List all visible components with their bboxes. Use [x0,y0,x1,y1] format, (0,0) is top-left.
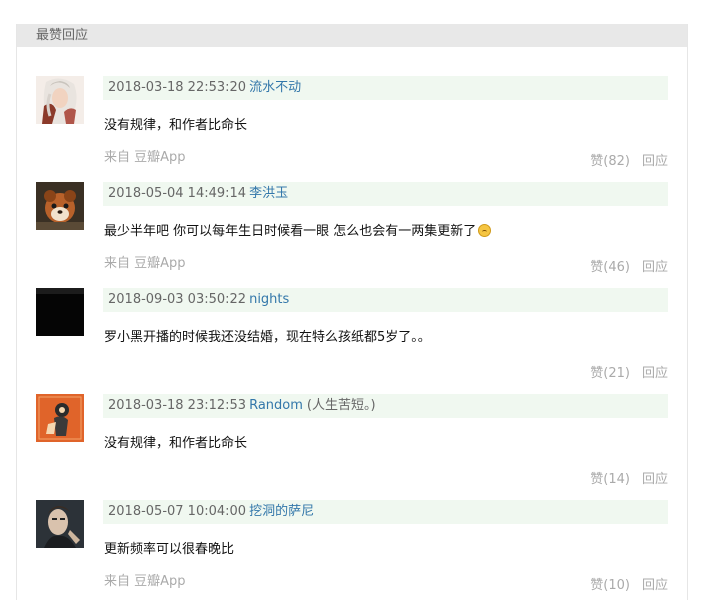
comment-username[interactable]: nights [249,292,289,307]
comment-source: 来自 豆瓣App [104,252,186,271]
comment-item: 2018-03-18 23:12:53 Random (人生苦短。) 没有规律，和作… [17,394,689,500]
reply-button[interactable]: 回应 [642,578,668,593]
reply-button[interactable]: 回应 [642,366,668,381]
comment-actions: 赞(21) 回应 [590,362,668,381]
like-button[interactable]: 赞(82) [590,154,630,169]
comment-meta: 2018-03-18 22:53:20 流水不动 [103,76,668,100]
comment-item: 2018-05-04 14:49:14 李洪玉 最少半年吧 你可以每年生日时候看一… [17,182,689,288]
comment-time: 2018-09-03 03:50:22 [108,292,247,307]
comment-text: 最少半年吧 你可以每年生日时候看一眼 怎么也会有一两集更新了 [104,220,492,239]
user-avatar[interactable] [36,288,84,336]
comment-text: 没有规律，和作者比命长 [104,118,248,133]
reply-button[interactable]: 回应 [642,472,668,487]
comment-source: 来自 豆瓣App [104,146,186,165]
comment-username[interactable]: 李洪玉 [249,186,288,201]
comment-time: 2018-05-07 10:04:00 [108,504,247,519]
comment-time: 2018-05-04 14:49:14 [108,186,247,201]
comment-item: 2018-03-18 22:53:20 流水不动 没有规律，和作者比命长 来自 豆… [17,76,689,182]
comment-meta: 2018-09-03 03:50:22 nights [103,288,668,312]
user-avatar[interactable] [36,182,84,230]
comment-item: 2018-09-03 03:50:22 nights 罗小黑开播的时候我还没结婚，… [17,288,689,394]
source-app-link[interactable]: 豆瓣App [134,150,185,165]
user-avatar[interactable] [36,76,84,124]
like-button[interactable]: 赞(10) [590,578,630,593]
comment-actions: 赞(82) 回应 [590,150,668,169]
top-comments-panel: 最赞回应 2018-03-18 22:53:20 流水不动 没有规律，和作者比命长… [16,24,688,600]
comment-username[interactable]: Random [249,398,303,413]
comment-meta: 2018-03-18 23:12:53 Random (人生苦短。) [103,394,668,418]
comment-source: 来自 豆瓣App [104,570,186,589]
comment-actions: 赞(14) 回应 [590,468,668,487]
panel-title: 最赞回应 [17,24,687,47]
source-prefix: 来自 [104,256,131,271]
comment-item: 2018-05-07 10:04:00 挖洞的萨尼 更新频率可以很春晚比 来自 豆… [17,500,689,606]
reply-button[interactable]: 回应 [642,154,668,169]
comment-time: 2018-03-18 23:12:53 [108,398,247,413]
comment-text: 罗小黑开播的时候我还没结婚，现在特么孩纸都5岁了。。 [104,330,431,345]
comment-actions: 赞(46) 回应 [590,256,668,275]
source-app-link[interactable]: 豆瓣App [134,256,185,271]
comment-actions: 赞(10) 回应 [590,574,668,593]
user-avatar[interactable] [36,500,84,548]
comment-time: 2018-03-18 22:53:20 [108,80,247,95]
comment-text-body: 最少半年吧 你可以每年生日时候看一眼 怎么也会有一两集更新了 [104,224,477,239]
source-prefix: 来自 [104,574,131,589]
comment-username[interactable]: 流水不动 [249,80,301,95]
comment-text: 更新频率可以很春晚比 [104,542,235,557]
comment-meta: 2018-05-04 14:49:14 李洪玉 [103,182,668,206]
like-button[interactable]: 赞(14) [590,472,630,487]
comment-meta: 2018-05-07 10:04:00 挖洞的萨尼 [103,500,668,524]
like-button[interactable]: 赞(46) [590,260,630,275]
user-signature: (人生苦短。) [306,398,376,413]
user-avatar[interactable] [36,394,84,442]
reply-button[interactable]: 回应 [642,260,668,275]
comment-text: 没有规律，和作者比命长 [104,436,248,451]
source-prefix: 来自 [104,150,131,165]
source-app-link[interactable]: 豆瓣App [134,574,185,589]
comment-username[interactable]: 挖洞的萨尼 [249,504,314,519]
like-button[interactable]: 赞(21) [590,366,630,381]
upside-down-face-icon [478,224,492,237]
